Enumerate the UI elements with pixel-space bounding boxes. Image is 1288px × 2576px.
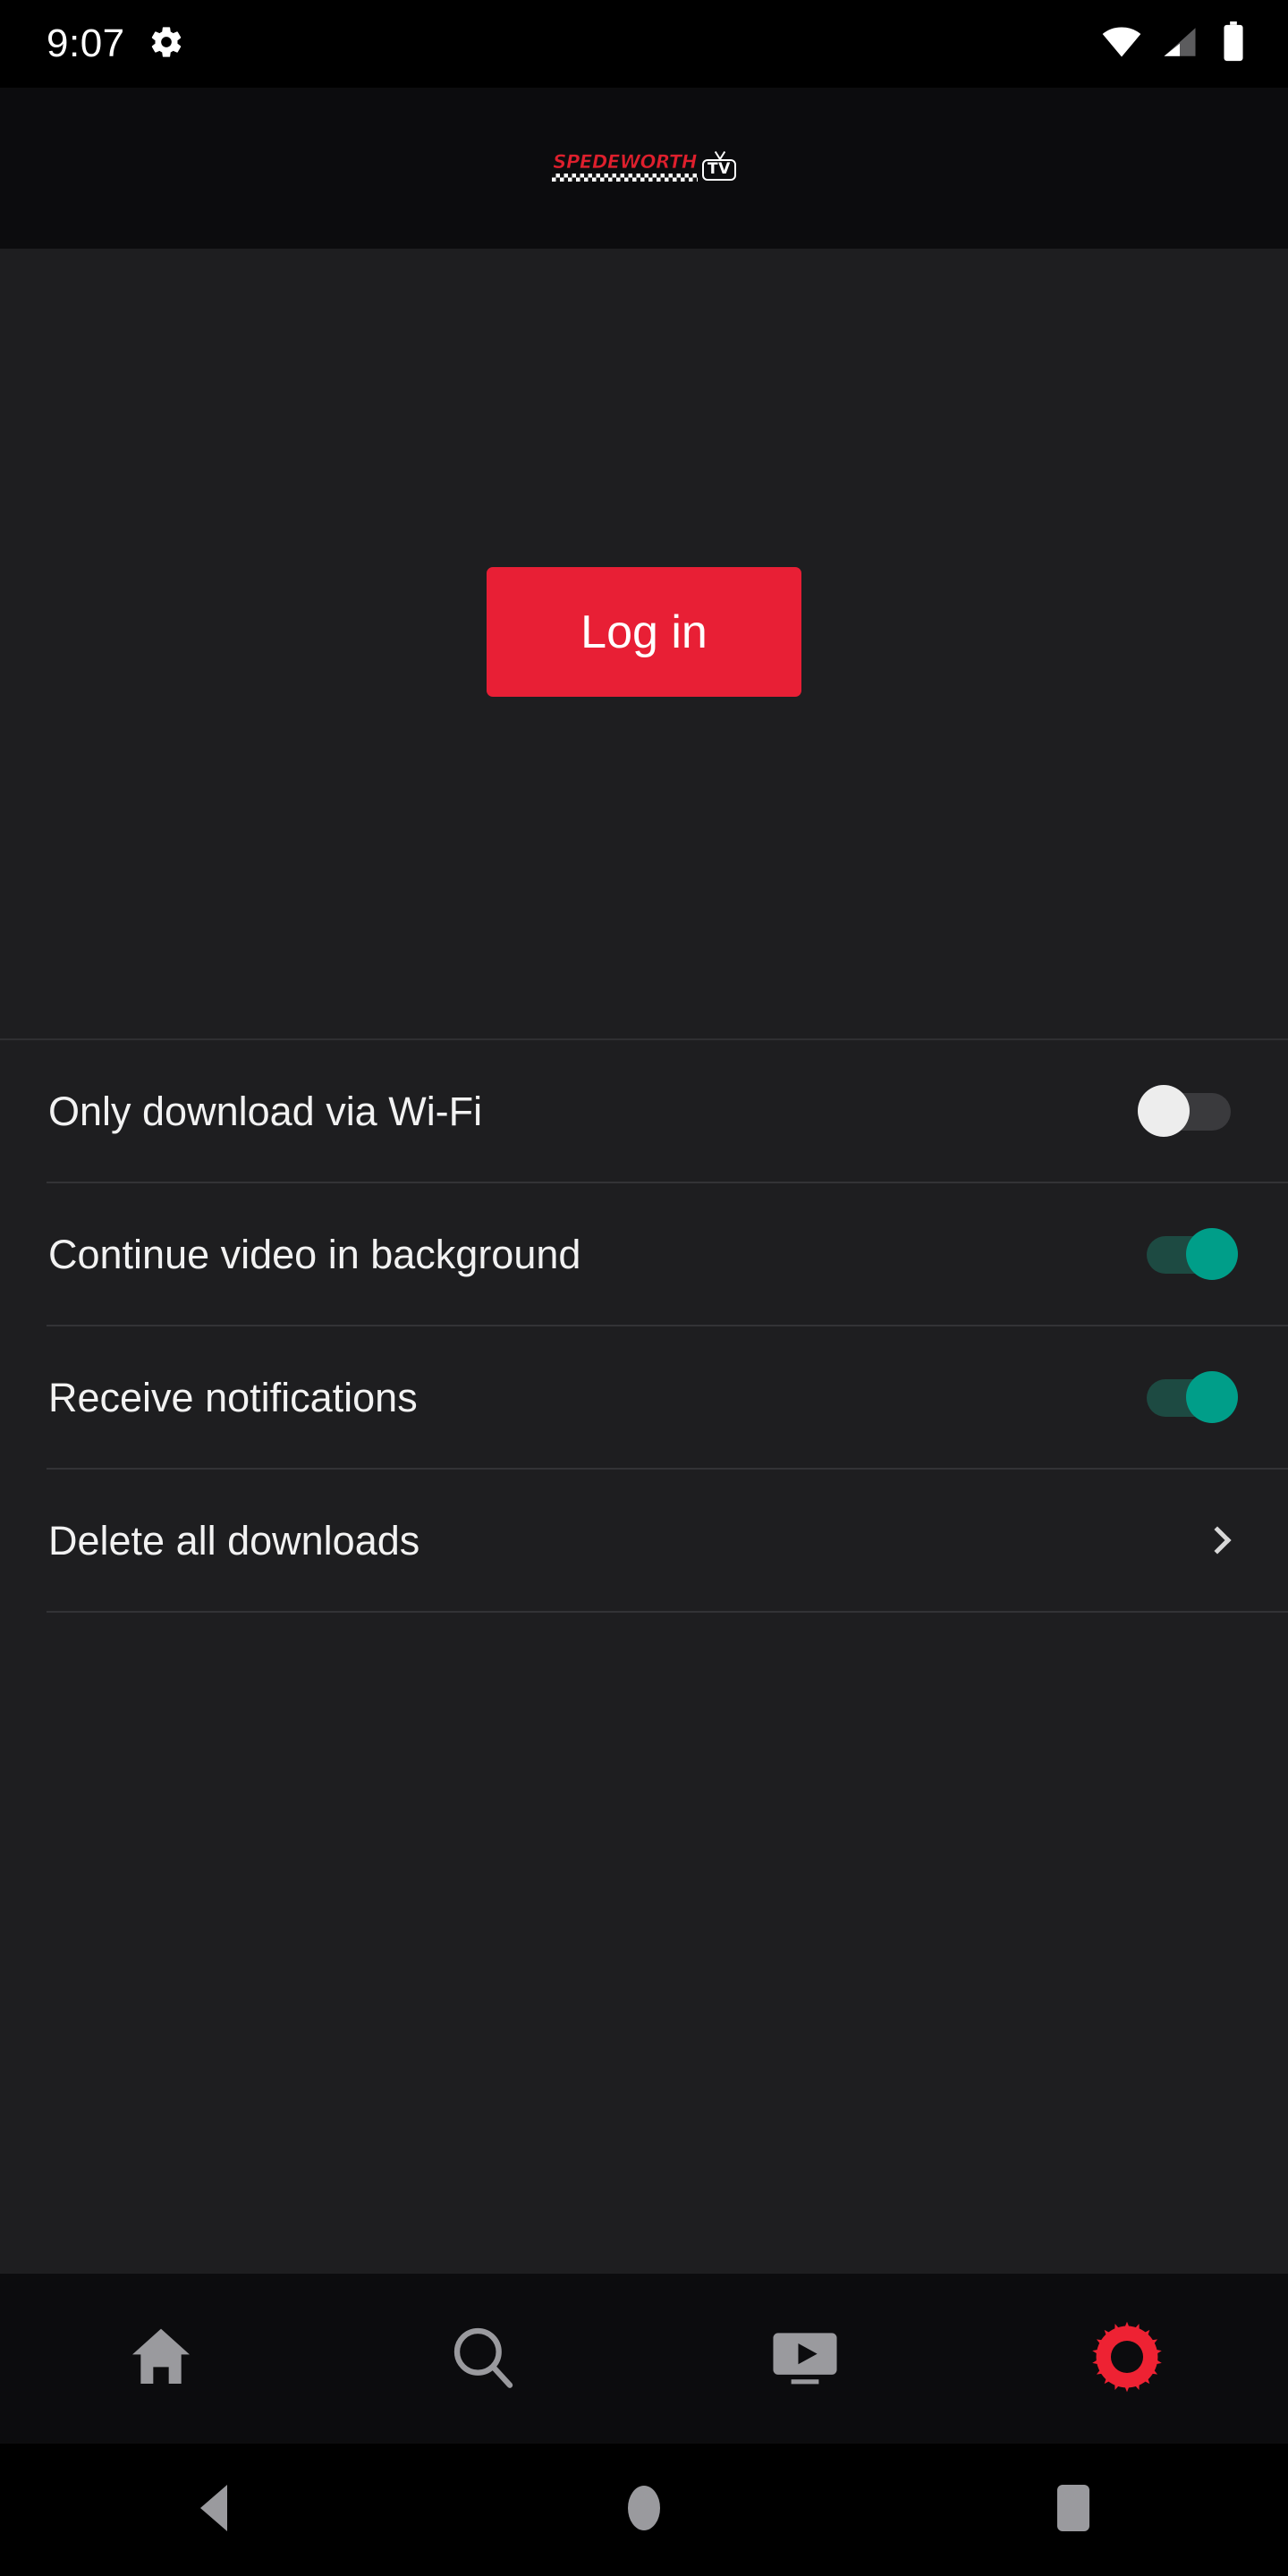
- setting-row-delete-all-downloads[interactable]: Delete all downloads: [0, 1470, 1288, 1611]
- checkered-flag-icon: [552, 174, 698, 182]
- toggle-knob: [1138, 1085, 1190, 1137]
- setting-label: Delete all downloads: [48, 1517, 420, 1563]
- tv-play-icon: [768, 2320, 842, 2398]
- logo-tv-text: TV: [702, 159, 736, 181]
- spedeworth-tv-logo: SPEDEWORTH TV: [552, 150, 736, 182]
- status-bar: 9:07: [0, 0, 1288, 88]
- login-button[interactable]: Log in: [487, 567, 801, 697]
- list-divider: [47, 1611, 1288, 1613]
- chevron-right-icon[interactable]: [1197, 1520, 1238, 1561]
- setting-row-only-download-via-wifi[interactable]: Only download via Wi-Fi: [0, 1040, 1288, 1182]
- recents-square-icon: [1056, 2484, 1090, 2536]
- setting-row-continue-video-in-background[interactable]: Continue video in background: [0, 1183, 1288, 1325]
- tv-antenna-icon: [708, 150, 731, 160]
- logo-wordmark: SPEDEWORTH: [552, 151, 698, 182]
- android-home-button[interactable]: [429, 2444, 859, 2576]
- logo-tv-badge: TV: [702, 150, 736, 181]
- home-circle-icon: [625, 2485, 663, 2536]
- tab-settings[interactable]: [966, 2274, 1288, 2444]
- receive-notifications-toggle[interactable]: [1138, 1369, 1238, 1425]
- setting-label: Receive notifications: [48, 1374, 418, 1420]
- app-screen: 9:07 SPEDEWORTH TV Log in Only download …: [0, 0, 1288, 2576]
- setting-row-receive-notifications[interactable]: Receive notifications: [0, 1326, 1288, 1468]
- bottom-tab-bar: [0, 2274, 1288, 2444]
- toggle-knob: [1186, 1228, 1238, 1280]
- gear-icon: [1090, 2320, 1164, 2398]
- tab-videos[interactable]: [644, 2274, 966, 2444]
- status-bar-left: 9:07: [47, 24, 184, 64]
- app-header: SPEDEWORTH TV: [0, 88, 1288, 249]
- android-navigation-bar: [0, 2444, 1288, 2576]
- tab-home[interactable]: [0, 2274, 322, 2444]
- setting-label: Only download via Wi-Fi: [48, 1088, 483, 1134]
- search-icon: [447, 2321, 519, 2397]
- login-area: Log in: [0, 249, 1288, 1038]
- status-bar-right: [1102, 21, 1249, 67]
- wifi-icon: [1102, 22, 1141, 66]
- continue-video-in-background-toggle[interactable]: [1138, 1226, 1238, 1282]
- status-bar-clock: 9:07: [47, 21, 125, 65]
- home-icon: [125, 2321, 197, 2397]
- settings-list: Only download via Wi-Fi Continue video i…: [0, 1038, 1288, 1613]
- android-back-button[interactable]: [0, 2444, 429, 2576]
- cellular-signal-icon: [1161, 23, 1199, 65]
- battery-icon: [1218, 21, 1249, 67]
- gear-icon: [148, 24, 184, 64]
- android-recents-button[interactable]: [859, 2444, 1288, 2576]
- logo-word-text: SPEDEWORTH: [553, 151, 698, 173]
- only-download-via-wifi-toggle[interactable]: [1138, 1083, 1238, 1139]
- toggle-knob: [1186, 1371, 1238, 1423]
- back-triangle-icon: [193, 2484, 236, 2536]
- tab-search[interactable]: [322, 2274, 644, 2444]
- setting-label: Continue video in background: [48, 1231, 581, 1277]
